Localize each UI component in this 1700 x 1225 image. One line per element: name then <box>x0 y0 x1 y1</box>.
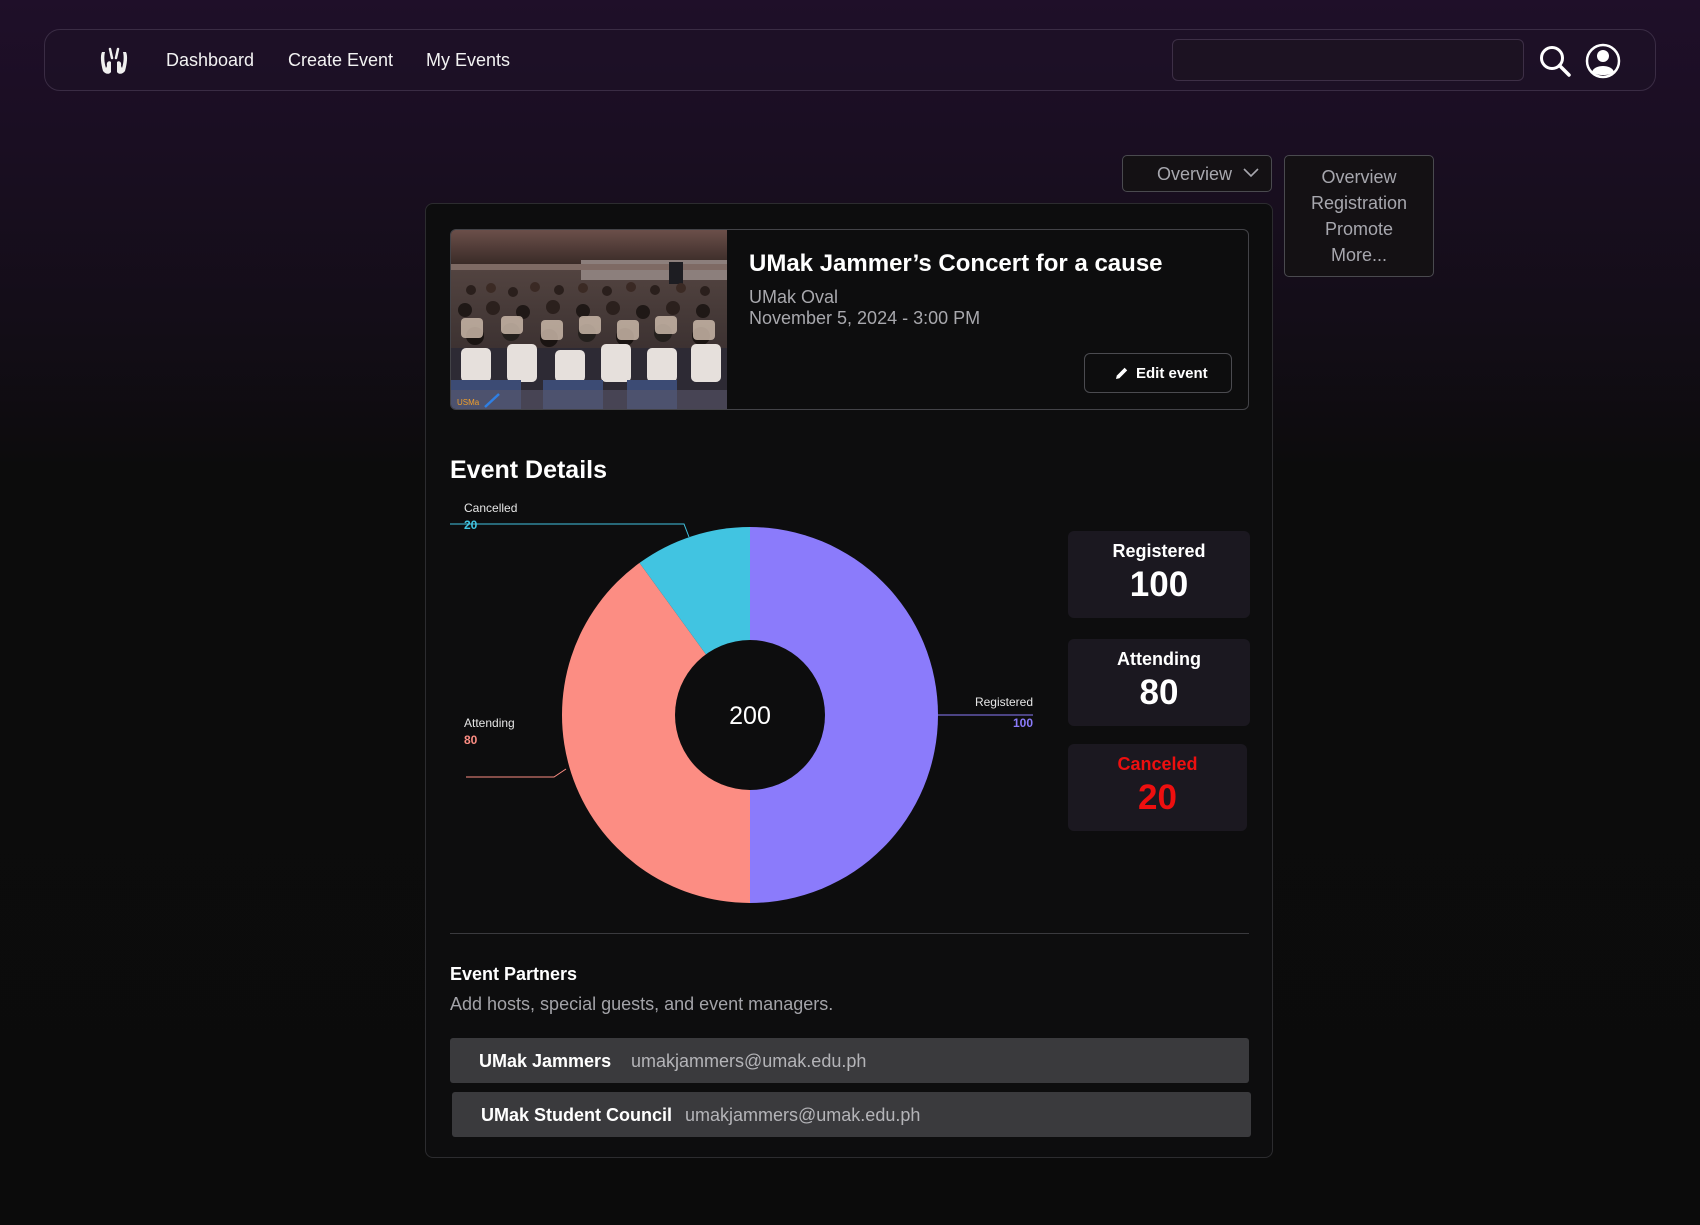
registered-value: 100 <box>1013 716 1033 730</box>
search-icon[interactable] <box>1538 44 1572 78</box>
cancelled-leader-line <box>450 523 690 538</box>
attending-value: 80 <box>464 733 478 747</box>
user-avatar-icon[interactable] <box>1585 43 1621 79</box>
stat-card-attending: Attending 80 <box>1068 639 1250 726</box>
stat-value-attending: 80 <box>1139 673 1179 712</box>
view-dropdown[interactable]: Overview <box>1122 155 1272 192</box>
nav-my-events-link[interactable]: My Events <box>426 50 510 71</box>
stat-card-registered: Registered 100 <box>1068 531 1250 618</box>
attending-leader-line <box>466 768 567 778</box>
event-details-title: Event Details <box>450 456 608 484</box>
photo-watermark: USMa <box>457 398 480 407</box>
partner-name: UMak Student Council <box>481 1105 673 1125</box>
event-partners-description: Add hosts, special guests, and event man… <box>450 994 834 1014</box>
partner-row[interactable]: UMak Jammers umakjammers@umak.edu.ph <box>450 1038 1249 1083</box>
event-summary-card: USMa UMak Jammer’s Concert for a cause U… <box>450 229 1249 410</box>
event-title: UMak Jammer’s Concert for a cause <box>749 250 1163 277</box>
partner-email: umakjammers@umak.edu.ph <box>631 1051 867 1071</box>
event-partners-title: Event Partners <box>450 964 578 984</box>
menu-item-overview[interactable]: Overview <box>1285 164 1433 190</box>
view-dropdown-value: Overview <box>1157 164 1233 184</box>
edit-event-button[interactable]: Edit event <box>1084 353 1232 393</box>
stat-label-registered: Registered <box>1112 541 1206 561</box>
hands-logo-icon[interactable] <box>99 44 129 78</box>
chevron-down-icon <box>1243 168 1259 178</box>
event-venue: UMak Oval <box>749 287 839 307</box>
edit-event-label: Edit event <box>1136 365 1208 382</box>
search-input[interactable] <box>1172 39 1524 81</box>
pencil-icon <box>1116 367 1128 379</box>
stat-value-canceled: 20 <box>1138 778 1177 817</box>
view-dropdown-menu: Overview Registration Promote More... <box>1284 155 1434 277</box>
nav-create-event-link[interactable]: Create Event <box>288 50 393 71</box>
partner-email: umakjammers@umak.edu.ph <box>685 1105 921 1125</box>
attendance-donut-chart: 200 Cancelled 20 Attending 80 Registered… <box>450 501 1033 903</box>
stat-label-canceled: Canceled <box>1117 754 1198 774</box>
attending-label: Attending <box>464 716 515 730</box>
event-datetime: November 5, 2024 - 3:00 PM <box>749 308 981 328</box>
menu-item-promote[interactable]: Promote <box>1285 216 1433 242</box>
registered-label: Registered <box>975 695 1033 709</box>
section-divider <box>450 933 1249 934</box>
donut-center-total: 200 <box>729 702 771 730</box>
menu-item-more[interactable]: More... <box>1285 242 1433 268</box>
nav-dashboard-link[interactable]: Dashboard <box>166 50 254 71</box>
stat-value-registered: 100 <box>1129 565 1189 604</box>
partner-name: UMak Jammers <box>479 1051 612 1071</box>
event-photo: USMa <box>451 230 727 409</box>
stat-card-canceled: Canceled 20 <box>1068 744 1247 831</box>
event-overview-panel: USMa UMak Jammer’s Concert for a cause U… <box>425 203 1273 1158</box>
partner-row[interactable]: UMak Student Council umakjammers@umak.ed… <box>452 1092 1251 1137</box>
cancelled-label: Cancelled <box>464 501 517 515</box>
stat-label-attending: Attending <box>1117 649 1201 669</box>
top-navbar: Dashboard Create Event My Events <box>44 29 1656 91</box>
cancelled-value: 20 <box>464 518 478 532</box>
menu-item-registration[interactable]: Registration <box>1285 190 1433 216</box>
